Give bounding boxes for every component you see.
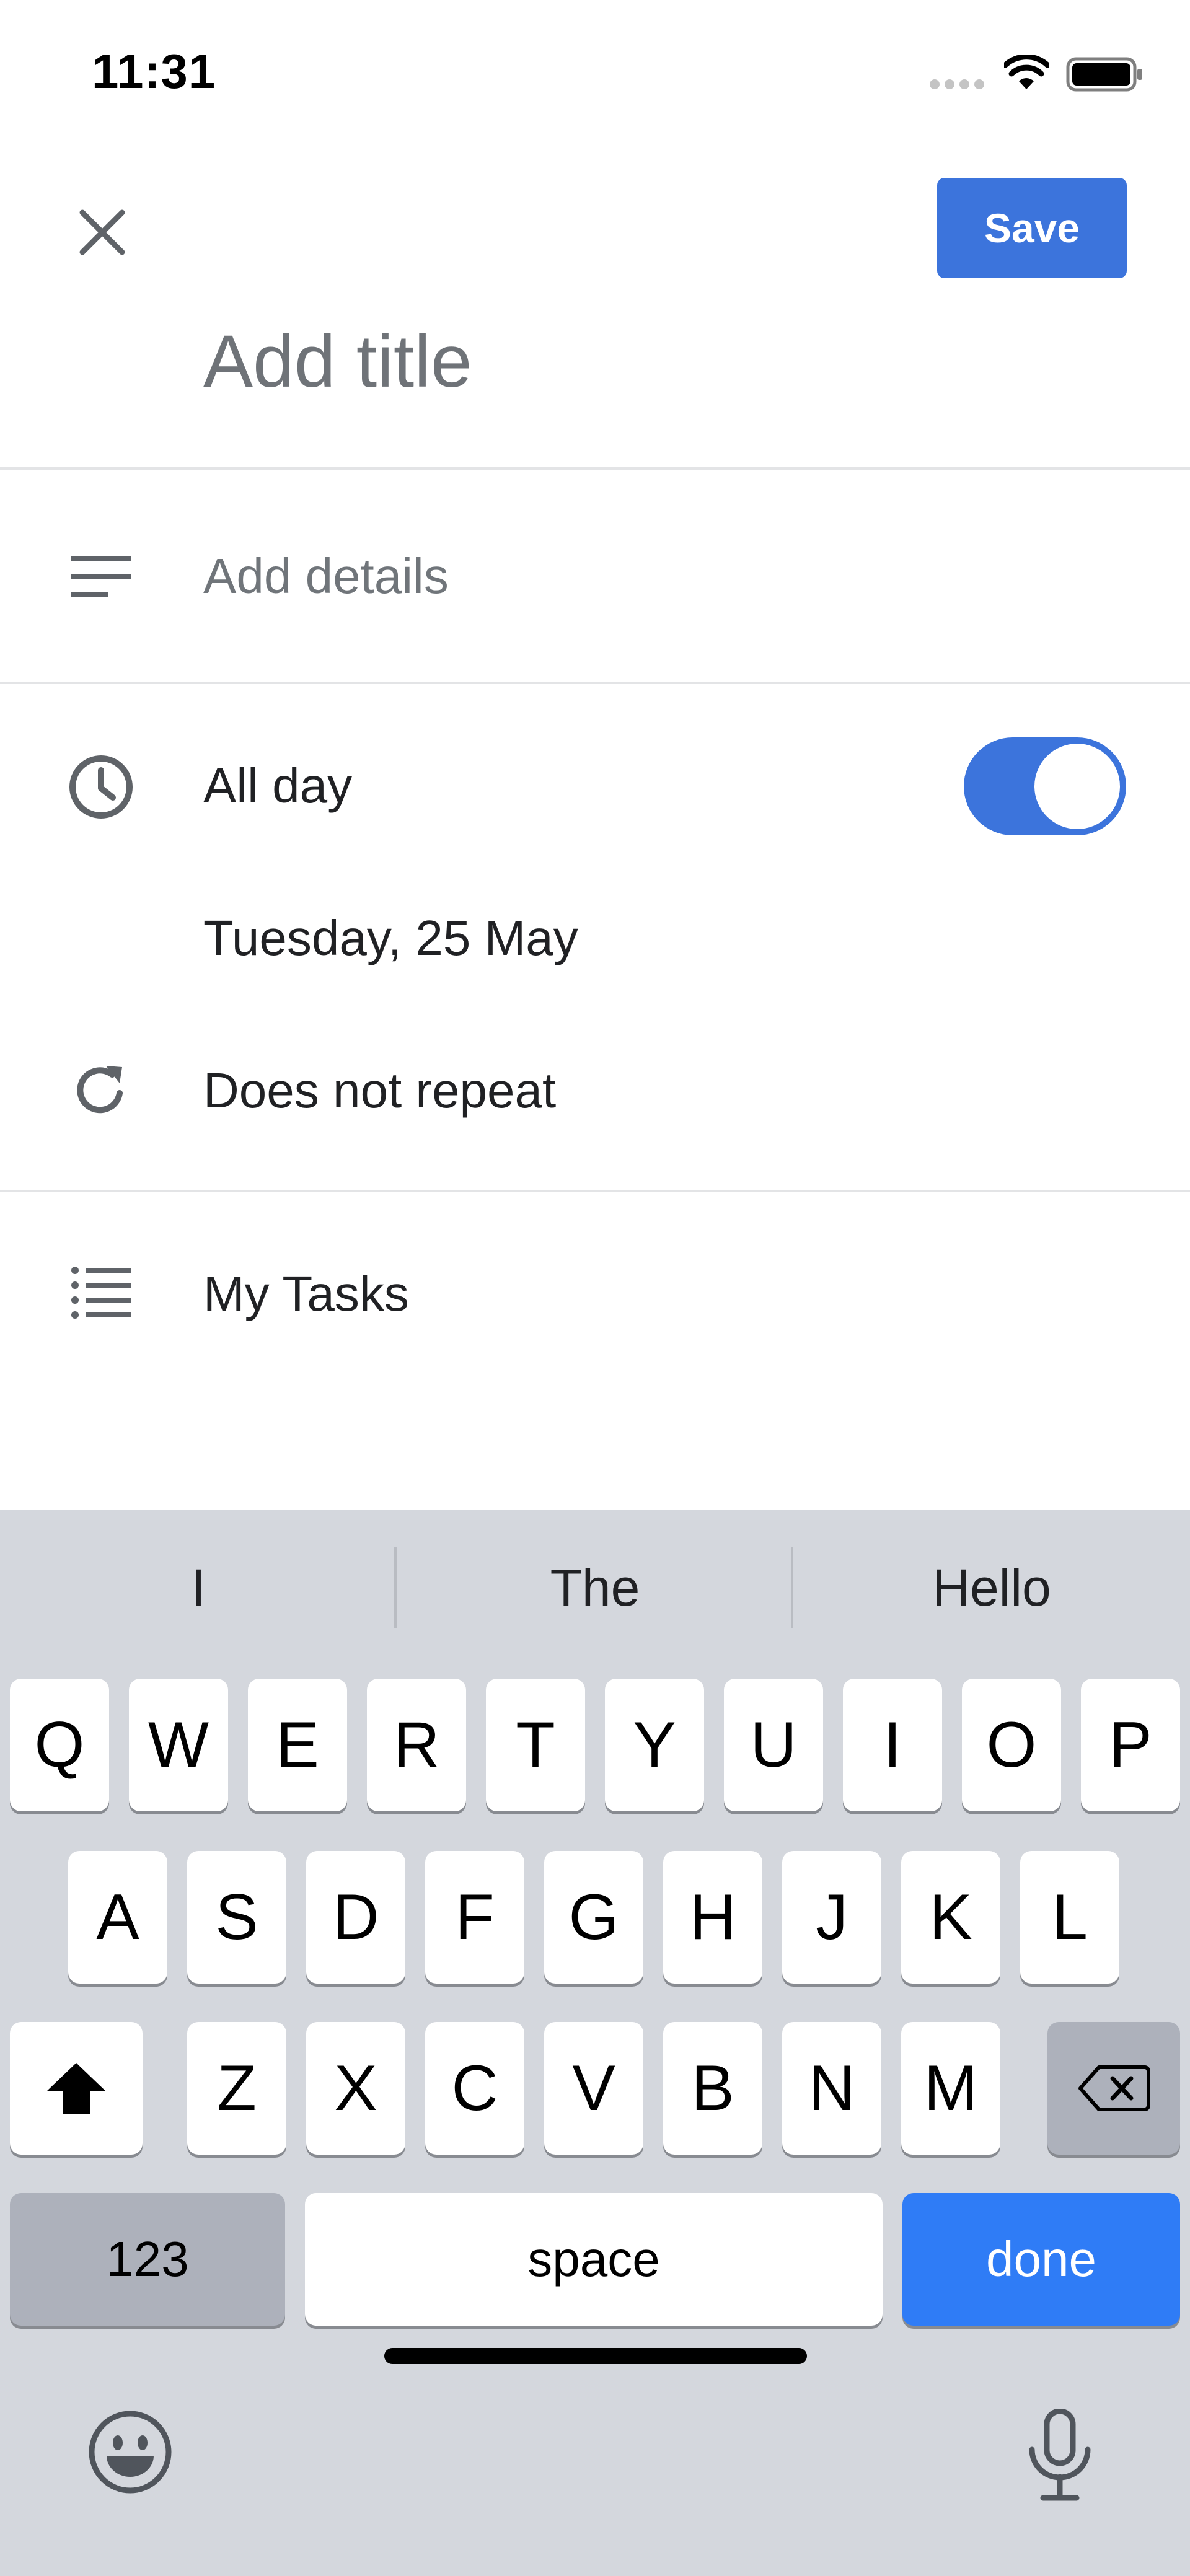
- emoji-button[interactable]: [81, 2402, 180, 2502]
- save-button[interactable]: Save: [937, 178, 1127, 278]
- key-e[interactable]: E: [248, 1679, 347, 1811]
- suggestion-3[interactable]: Hello: [793, 1547, 1190, 1628]
- key-t[interactable]: T: [486, 1679, 585, 1811]
- key-c[interactable]: C: [425, 2022, 524, 2155]
- battery-icon: [1066, 57, 1142, 92]
- keyboard: I The Hello Q W E R T Y U I O P A S D F …: [0, 1510, 1190, 2576]
- suggestion-2[interactable]: The: [397, 1547, 793, 1628]
- key-w[interactable]: W: [129, 1679, 228, 1811]
- divider: [0, 1190, 1190, 1192]
- task-list-field[interactable]: My Tasks: [203, 1265, 409, 1322]
- key-v[interactable]: V: [544, 2022, 643, 2155]
- key-r[interactable]: R: [367, 1679, 466, 1811]
- key-d[interactable]: D: [306, 1851, 405, 1984]
- emoji-icon: [89, 2411, 172, 2494]
- task-list-icon: [64, 1256, 138, 1330]
- space-key[interactable]: space: [305, 2193, 883, 2326]
- details-input[interactable]: [203, 545, 1102, 607]
- close-icon: [79, 209, 125, 255]
- key-q[interactable]: Q: [10, 1679, 109, 1811]
- key-s[interactable]: S: [187, 1851, 286, 1984]
- toggle-knob: [1034, 744, 1120, 829]
- notes-icon: [64, 539, 138, 613]
- key-b[interactable]: B: [663, 2022, 762, 2155]
- key-x[interactable]: X: [306, 2022, 405, 2155]
- shift-key[interactable]: [10, 2022, 143, 2155]
- key-j[interactable]: J: [782, 1851, 881, 1984]
- backspace-key[interactable]: [1047, 2022, 1180, 2155]
- key-k[interactable]: K: [901, 1851, 1000, 1984]
- key-n[interactable]: N: [782, 2022, 881, 2155]
- repeat-field[interactable]: Does not repeat: [203, 1062, 556, 1119]
- all-day-toggle[interactable]: [964, 737, 1126, 835]
- microphone-icon: [1029, 2409, 1091, 2501]
- clock-icon: [64, 750, 138, 824]
- key-m[interactable]: M: [901, 2022, 1000, 2155]
- key-z[interactable]: Z: [187, 2022, 286, 2155]
- backspace-icon: [1078, 2065, 1150, 2111]
- title-input[interactable]: [203, 315, 1071, 408]
- home-indicator: [384, 2348, 807, 2364]
- divider: [0, 467, 1190, 470]
- suggestion-1[interactable]: I: [0, 1547, 397, 1628]
- key-u[interactable]: U: [724, 1679, 823, 1811]
- status-time: 11:31: [92, 44, 216, 99]
- all-day-label: All day: [203, 758, 353, 813]
- key-y[interactable]: Y: [605, 1679, 704, 1811]
- repeat-icon: [64, 1053, 138, 1128]
- divider: [0, 682, 1190, 684]
- key-a[interactable]: A: [68, 1851, 167, 1984]
- close-button[interactable]: [62, 192, 143, 273]
- key-o[interactable]: O: [962, 1679, 1061, 1811]
- wifi-icon: [1004, 55, 1049, 89]
- key-h[interactable]: H: [663, 1851, 762, 1984]
- key-f[interactable]: F: [425, 1851, 524, 1984]
- numbers-key[interactable]: 123: [10, 2193, 285, 2326]
- done-key[interactable]: done: [902, 2193, 1180, 2326]
- shift-icon: [46, 2063, 106, 2114]
- key-i[interactable]: I: [843, 1679, 942, 1811]
- date-field[interactable]: Tuesday, 25 May: [203, 910, 578, 967]
- key-l[interactable]: L: [1020, 1851, 1119, 1984]
- status-bar: 11:31: [0, 0, 1190, 143]
- dictation-button[interactable]: [1010, 2402, 1109, 2508]
- key-g[interactable]: G: [544, 1851, 643, 1984]
- cellular-signal-icon: [930, 79, 984, 89]
- key-p[interactable]: P: [1081, 1679, 1180, 1811]
